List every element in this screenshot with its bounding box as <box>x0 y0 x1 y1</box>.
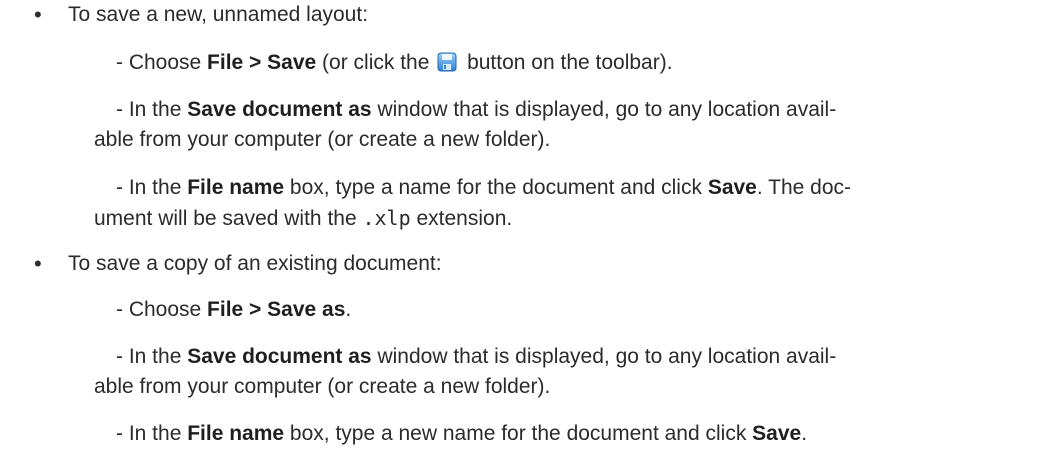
step-choose-file-save: - Choose File > Save (or click the butto… <box>116 51 673 74</box>
step-choose-file-save-as: - Choose File > Save as. <box>116 298 352 321</box>
field-name-file-name-2: File name <box>187 422 285 445</box>
button-name-save: Save <box>707 176 757 199</box>
window-name-save-document-as-2: Save document as <box>187 345 372 368</box>
bullet-heading-save-new: To save a new, unnamed layout: <box>68 3 369 26</box>
menu-path-file-save: File > Save <box>207 51 317 74</box>
step-save-document-as-2: - In the Save document as window that is… <box>116 345 837 368</box>
menu-path-file-save-as: File > Save as <box>207 298 346 321</box>
file-extension-code: .xlp <box>362 206 411 230</box>
step-save-document-as: - In the Save document as window that is… <box>116 98 837 121</box>
save-disk-icon <box>437 52 457 72</box>
step-save-document-as-2-cont: able from your computer (or create a new… <box>94 375 551 398</box>
step-file-name-cont: ument will be saved with the .xlp extens… <box>94 206 513 230</box>
field-name-file-name: File name <box>187 176 285 199</box>
bullet-marker: • <box>34 251 42 276</box>
step-save-document-as-cont: able from your computer (or create a new… <box>94 128 551 151</box>
button-name-save-2: Save <box>752 422 802 445</box>
step-file-name: - In the File name box, type a name for … <box>116 176 852 199</box>
bullet-heading-save-copy: To save a copy of an existing document: <box>68 252 442 275</box>
step-file-name-2: - In the File name box, type a new name … <box>116 422 808 445</box>
window-name-save-document-as: Save document as <box>187 98 372 121</box>
bullet-marker: • <box>34 2 42 27</box>
